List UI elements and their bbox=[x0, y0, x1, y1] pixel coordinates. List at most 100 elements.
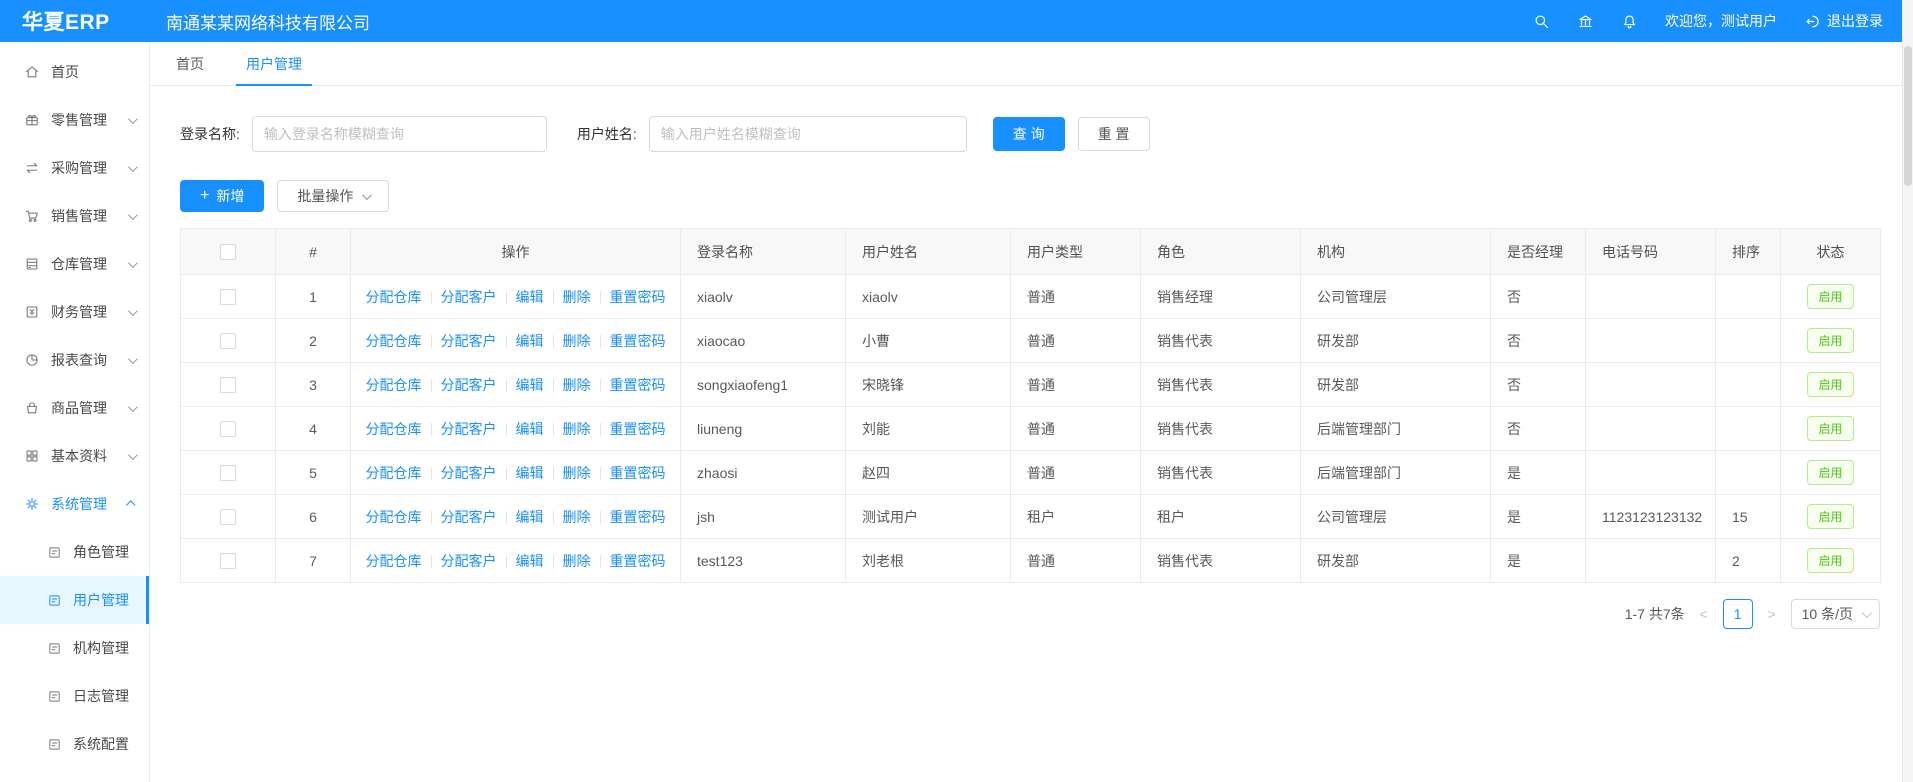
previous-page-button[interactable]: < bbox=[1699, 606, 1709, 622]
assign-warehouse-link[interactable]: 分配仓库 bbox=[366, 377, 422, 393]
sidebar-item-sales[interactable]: 销售管理 bbox=[0, 192, 149, 240]
assign-customer-link[interactable]: 分配客户 bbox=[441, 509, 497, 525]
next-page-button[interactable]: > bbox=[1767, 606, 1777, 622]
assign-customer-link[interactable]: 分配客户 bbox=[441, 333, 497, 349]
window-scrollbar[interactable] bbox=[1902, 0, 1913, 782]
edit-link[interactable]: 编辑 bbox=[516, 289, 544, 305]
batch-operations-button[interactable]: 批量操作 bbox=[277, 180, 389, 212]
status-badge[interactable]: 启用 bbox=[1807, 504, 1853, 529]
row-checkbox[interactable] bbox=[220, 553, 236, 569]
row-checkbox[interactable] bbox=[220, 465, 236, 481]
grid-icon bbox=[24, 448, 40, 464]
sidebar-item-system[interactable]: 系统管理 bbox=[0, 480, 149, 528]
bell-icon[interactable] bbox=[1621, 13, 1638, 30]
assign-warehouse-link[interactable]: 分配仓库 bbox=[366, 333, 422, 349]
row-checkbox[interactable] bbox=[220, 509, 236, 525]
user-name-input[interactable] bbox=[649, 116, 967, 152]
bank-icon[interactable] bbox=[1577, 13, 1594, 30]
assign-warehouse-link[interactable]: 分配仓库 bbox=[366, 289, 422, 305]
delete-link[interactable]: 删除 bbox=[563, 509, 591, 525]
row-checkbox[interactable] bbox=[220, 289, 236, 305]
assign-warehouse-link[interactable]: 分配仓库 bbox=[366, 465, 422, 481]
edit-link[interactable]: 编辑 bbox=[516, 465, 544, 481]
reset-password-link[interactable]: 重置密码 bbox=[610, 509, 666, 525]
logout-button[interactable]: 退出登录 bbox=[1804, 11, 1883, 31]
edit-link[interactable]: 编辑 bbox=[516, 509, 544, 525]
edit-link[interactable]: 编辑 bbox=[516, 421, 544, 437]
cell-login: songxiaofeng1 bbox=[681, 363, 846, 407]
delete-link[interactable]: 删除 bbox=[563, 553, 591, 569]
reset-password-link[interactable]: 重置密码 bbox=[610, 421, 666, 437]
scrollbar-thumb[interactable] bbox=[1904, 46, 1912, 186]
table-header-row: # 操作 登录名称 用户姓名 用户类型 角色 机构 是否经理 电话号码 排序 状… bbox=[181, 229, 1881, 275]
delete-link[interactable]: 删除 bbox=[563, 289, 591, 305]
sidebar-item-reports[interactable]: 报表查询 bbox=[0, 336, 149, 384]
select-all-checkbox[interactable] bbox=[220, 244, 236, 260]
assign-customer-link[interactable]: 分配客户 bbox=[441, 465, 497, 481]
assign-warehouse-link[interactable]: 分配仓库 bbox=[366, 509, 422, 525]
status-badge[interactable]: 启用 bbox=[1807, 548, 1853, 573]
sidebar-item-org-management[interactable]: 机构管理 bbox=[0, 624, 149, 672]
search-icon[interactable] bbox=[1533, 13, 1550, 30]
reset-password-link[interactable]: 重置密码 bbox=[610, 289, 666, 305]
row-checkbox[interactable] bbox=[220, 421, 236, 437]
tab-home[interactable]: 首页 bbox=[176, 42, 204, 85]
sidebar-item-products[interactable]: 商品管理 bbox=[0, 384, 149, 432]
status-badge[interactable]: 启用 bbox=[1807, 460, 1853, 485]
delete-link[interactable]: 删除 bbox=[563, 377, 591, 393]
cell-login: xiaocao bbox=[681, 319, 846, 363]
reset-button[interactable]: 重 置 bbox=[1078, 117, 1150, 151]
login-name-input[interactable] bbox=[252, 116, 547, 152]
cell-manager: 否 bbox=[1491, 363, 1586, 407]
reset-password-link[interactable]: 重置密码 bbox=[610, 553, 666, 569]
row-checkbox[interactable] bbox=[220, 333, 236, 349]
edit-link[interactable]: 编辑 bbox=[516, 333, 544, 349]
sidebar-item-log-management[interactable]: 日志管理 bbox=[0, 672, 149, 720]
column-header-status: 状态 bbox=[1781, 229, 1881, 275]
sidebar-item-retail[interactable]: 零售管理 bbox=[0, 96, 149, 144]
row-checkbox[interactable] bbox=[220, 377, 236, 393]
reset-password-link[interactable]: 重置密码 bbox=[610, 333, 666, 349]
add-button[interactable]: + 新增 bbox=[180, 180, 264, 212]
assign-customer-link[interactable]: 分配客户 bbox=[441, 289, 497, 305]
delete-link[interactable]: 删除 bbox=[563, 465, 591, 481]
reset-password-link[interactable]: 重置密码 bbox=[610, 377, 666, 393]
page-size-select[interactable]: 10 条/页 bbox=[1791, 599, 1880, 629]
cell-role: 销售代表 bbox=[1141, 539, 1301, 583]
assign-customer-link[interactable]: 分配客户 bbox=[441, 377, 497, 393]
delete-link[interactable]: 删除 bbox=[563, 333, 591, 349]
sidebar-item-warehouse[interactable]: 仓库管理 bbox=[0, 240, 149, 288]
status-badge[interactable]: 启用 bbox=[1807, 328, 1853, 353]
cell-org: 后端管理部门 bbox=[1301, 451, 1491, 495]
delete-link[interactable]: 删除 bbox=[563, 421, 591, 437]
cell-sort bbox=[1716, 275, 1781, 319]
profile-icon bbox=[47, 689, 62, 704]
column-header-type: 用户类型 bbox=[1011, 229, 1141, 275]
status-badge[interactable]: 启用 bbox=[1807, 416, 1853, 441]
sidebar-item-user-management[interactable]: 用户管理 bbox=[0, 576, 149, 624]
assign-customer-link[interactable]: 分配客户 bbox=[441, 421, 497, 437]
sidebar-item-finance[interactable]: 财务管理 bbox=[0, 288, 149, 336]
sidebar-item-basic-data[interactable]: 基本资料 bbox=[0, 432, 149, 480]
status-badge[interactable]: 启用 bbox=[1807, 372, 1853, 397]
chevron-down-icon bbox=[1862, 608, 1872, 618]
sidebar-item-role-management[interactable]: 角色管理 bbox=[0, 528, 149, 576]
status-badge[interactable]: 启用 bbox=[1807, 284, 1853, 309]
reset-password-link[interactable]: 重置密码 bbox=[610, 465, 666, 481]
search-button[interactable]: 查 询 bbox=[993, 117, 1065, 151]
sidebar-item-system-config[interactable]: 系统配置 bbox=[0, 720, 149, 768]
assign-warehouse-link[interactable]: 分配仓库 bbox=[366, 421, 422, 437]
edit-link[interactable]: 编辑 bbox=[516, 377, 544, 393]
app-header: 华夏ERP 南通某某网络科技有限公司 欢迎您，测试用户 退出登录 bbox=[0, 0, 1913, 42]
cell-name: 宋晓锋 bbox=[846, 363, 1011, 407]
assign-customer-link[interactable]: 分配客户 bbox=[441, 553, 497, 569]
cell-sort: 2 bbox=[1716, 539, 1781, 583]
page-number-button[interactable]: 1 bbox=[1723, 599, 1753, 629]
cell-login: liuneng bbox=[681, 407, 846, 451]
tab-user-management[interactable]: 用户管理 bbox=[246, 42, 302, 85]
sidebar-item-purchase[interactable]: 采购管理 bbox=[0, 144, 149, 192]
sidebar-item-home[interactable]: 首页 bbox=[0, 48, 149, 96]
finance-icon bbox=[24, 304, 40, 320]
assign-warehouse-link[interactable]: 分配仓库 bbox=[366, 553, 422, 569]
edit-link[interactable]: 编辑 bbox=[516, 553, 544, 569]
